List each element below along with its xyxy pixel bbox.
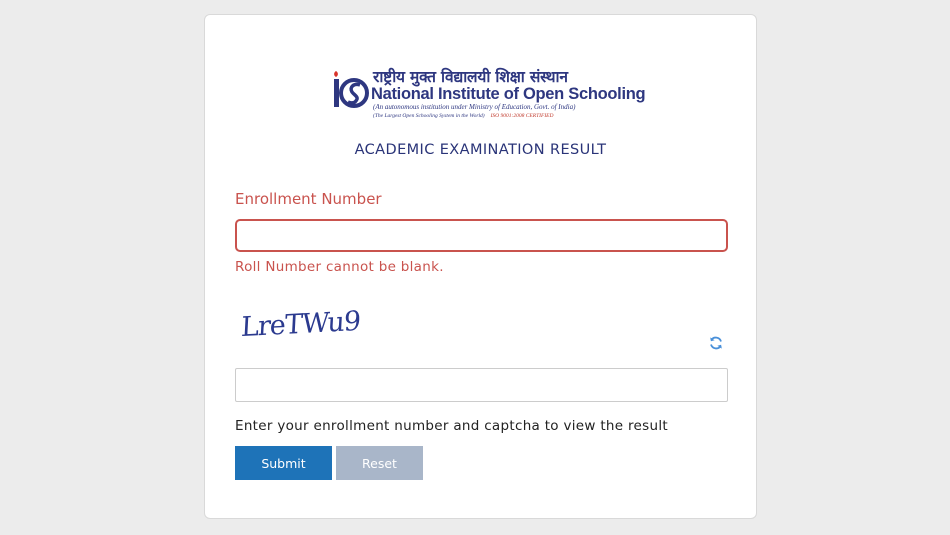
logo-english-part1: National Institute of — [371, 85, 523, 103]
submit-button[interactable]: Submit — [235, 446, 332, 480]
enrollment-label: Enrollment Number — [235, 190, 382, 208]
refresh-icon[interactable] — [708, 335, 724, 351]
logo-tagline-row: (The Largest Open Schooling System in th… — [373, 113, 554, 119]
captcha-text: LreTWu9 — [240, 305, 361, 344]
page-title: ACADEMIC EXAMINATION RESULT — [354, 142, 607, 158]
nios-logo-icon — [334, 71, 369, 108]
result-form-card: राष्ट्रीय मुक्त विद्यालयी शिक्षा संस्थान… — [204, 14, 757, 519]
enrollment-input[interactable] — [235, 219, 728, 252]
logo-tagline: (The Largest Open Schooling System in th… — [373, 113, 485, 119]
logo-subtitle: (An autonomous institution under Ministr… — [373, 103, 576, 111]
enrollment-error-message: Roll Number cannot be blank. — [235, 259, 444, 275]
nios-logo: राष्ट्रीय मुक्त विद्यालयी शिक्षा संस्थान… — [333, 63, 646, 121]
captcha-input[interactable] — [235, 368, 728, 402]
logo-english-part2: Open Schooling — [522, 85, 646, 103]
captcha-image: LreTWu9 — [240, 305, 371, 349]
logo-hindi-name: राष्ट्रीय मुक्त विद्यालयी शिक्षा संस्थान — [373, 68, 568, 86]
logo-english-name: National Institute of Open Schooling — [371, 85, 646, 104]
reset-button[interactable]: Reset — [336, 446, 423, 480]
logo-iso: ISO 9001:2008 CERTIFIED — [490, 113, 554, 119]
form-hint: Enter your enrollment number and captcha… — [235, 418, 668, 434]
